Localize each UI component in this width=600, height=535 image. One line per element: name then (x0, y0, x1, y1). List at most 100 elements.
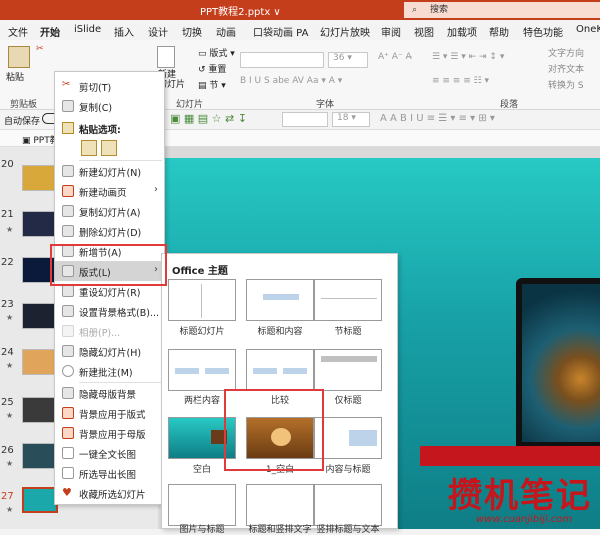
laptop-screen (522, 284, 600, 442)
menu-item-favorite-slides[interactable]: ♥ 收藏所选幻灯片 (55, 483, 164, 503)
ribbon-tabs: 文件 开始 iSlide 插入 设计 切换 动画 口袋动画 PA 幻灯片放映 审… (0, 20, 600, 43)
hide-background-icon (62, 387, 74, 399)
slide-thumbnail[interactable] (22, 303, 58, 329)
scissors-icon[interactable]: ✂ (36, 44, 44, 54)
slide-thumbnail-selected[interactable] (22, 487, 58, 513)
qat-font-box[interactable] (282, 112, 328, 127)
menu-item-hide-slide[interactable]: 隐藏幻灯片(H) (55, 341, 164, 361)
tab-addins[interactable]: 加载项 (447, 24, 477, 39)
hide-slide-icon (62, 345, 74, 357)
menu-item-label: 剪切(T) (79, 83, 112, 94)
menu-item-label: 复制幻灯片(A) (79, 208, 141, 219)
font-size-box[interactable]: 36 ▾ (328, 52, 368, 68)
layout-thumb-content-caption[interactable] (314, 417, 382, 459)
slide-number: 25 (1, 397, 14, 408)
menu-item-delete-slide[interactable]: 删除幻灯片(D) (55, 221, 164, 241)
slide-number: 26 (1, 445, 14, 456)
menu-item-export-long-image[interactable]: 所选导出长图 (55, 463, 164, 483)
toolbar-icons[interactable]: ▣ ▦ ▤ ☆ ⇄ ↧ (170, 112, 247, 125)
tab-featured[interactable]: 特色功能 (523, 24, 563, 39)
menu-item-cut[interactable]: ✂ 剪切(T) (55, 76, 164, 96)
tab-islide[interactable]: iSlide (74, 24, 101, 35)
menu-item-new-animation-page[interactable]: 新建动画页 › (55, 181, 164, 201)
new-slide-icon[interactable] (157, 46, 175, 68)
slide-thumbnail[interactable] (22, 349, 58, 375)
layout-caption: 标题和内容 (257, 327, 303, 337)
tab-file[interactable]: 文件 (8, 24, 28, 39)
paste-button[interactable]: 粘贴 (6, 70, 24, 83)
smartart-button[interactable]: 转换为 S (548, 78, 584, 91)
scissors-icon: ✂ (62, 80, 74, 92)
duplicate-slide-icon (62, 205, 74, 217)
menu-item-new-comment[interactable]: 新建批注(M) (55, 361, 164, 381)
menu-item-format-background[interactable]: 设置背景格式(B)... (55, 301, 164, 321)
tab-transitions[interactable]: 切换 (182, 24, 202, 39)
font-name-box[interactable] (240, 52, 324, 68)
menu-item-duplicate-slide[interactable]: 复制幻灯片(A) (55, 201, 164, 221)
menu-item-copy[interactable]: 复制(C) (55, 96, 164, 116)
menu-item-hide-master-background[interactable]: 隐藏母版背景 (55, 383, 164, 403)
paste-picture-icon[interactable] (101, 140, 117, 156)
layout-thumb-title-only[interactable] (314, 349, 382, 391)
paste-keep-format-icon[interactable] (81, 140, 97, 156)
layout-thumb-picture-caption[interactable] (168, 484, 236, 526)
menu-item-apply-to-master[interactable]: 背景应用于母版 (55, 423, 164, 443)
highlight-selected-layout (224, 389, 324, 471)
paragraph-align-icons[interactable]: ≡ ≡ ≡ ≡ ☷ ▾ (432, 76, 489, 86)
search-box[interactable]: ⌕ 搜索 (404, 2, 600, 18)
paste-options-icon (62, 122, 74, 134)
font-style-icons[interactable]: B I U S abe AV Aa ▾ A ▾ (240, 76, 342, 86)
tab-home[interactable]: 开始 (40, 24, 60, 43)
align-text-button[interactable]: 对齐文本 (548, 62, 584, 75)
slide-thumbnail[interactable] (22, 443, 58, 469)
tab-slideshow[interactable]: 幻灯片放映 (320, 24, 370, 39)
tab-design[interactable]: 设计 (148, 24, 168, 39)
slide-thumbnail[interactable] (22, 165, 58, 191)
layout-divider (201, 284, 202, 318)
window-title[interactable]: PPT教程2.pptx ∨ (200, 3, 281, 18)
layout-thumb-title-slide[interactable] (168, 279, 236, 321)
paste-icon[interactable] (8, 46, 30, 68)
gallery-header: Office 主题 (172, 266, 228, 277)
tab-help[interactable]: 帮助 (489, 24, 509, 39)
tab-pocket-animation[interactable]: 口袋动画 PA (253, 24, 308, 39)
paragraph-list-icons[interactable]: ☰ ▾ ☰ ▾ ⇤ ⇥ ↕ ▾ (432, 52, 504, 62)
group-paragraph: 段落 (500, 100, 519, 110)
delete-slide-icon (62, 225, 74, 237)
tab-review[interactable]: 审阅 (381, 24, 401, 39)
menu-item-full-long-image[interactable]: 一键全文长图 (55, 443, 164, 463)
text-direction-button[interactable]: 文字方向 (548, 46, 584, 59)
tab-insert[interactable]: 插入 (114, 24, 134, 39)
tab-view[interactable]: 视图 (414, 24, 434, 39)
qat-format-icons[interactable]: A A B I U ≡ ☰ ▾ ≡ ▾ ⊞ ▾ (380, 113, 495, 124)
slide-thumbnail[interactable] (22, 211, 58, 237)
menu-item-new-slide[interactable]: 新建幻灯片(N) (55, 161, 164, 181)
layout-thumb-title-content[interactable] (246, 279, 314, 321)
layout-thumb-vertical-title[interactable] (314, 484, 382, 526)
tab-animations[interactable]: 动画 (216, 24, 236, 39)
reset-button[interactable]: ↺ 重置 (198, 62, 226, 75)
menu-item-label: 隐藏幻灯片(H) (79, 348, 142, 359)
font-grow-icon[interactable]: A⁺ A⁻ A̶ (378, 52, 412, 62)
layout-ribbon-button[interactable]: ▭ 版式 ▾ (198, 46, 235, 59)
layout-thumb-section-header[interactable] (314, 279, 382, 321)
menu-item-label: 删除幻灯片(D) (79, 228, 142, 239)
layout-placeholder (263, 294, 299, 300)
layout-thumb-vertical-text[interactable] (246, 484, 314, 526)
photo-album-icon (62, 325, 74, 337)
tab-onekey[interactable]: OneK (576, 24, 600, 35)
menu-item-label: 新建批注(M) (79, 368, 133, 379)
layout-placeholder (349, 430, 377, 446)
apply-layout-icon (62, 407, 74, 419)
slide-thumbnail[interactable] (22, 397, 58, 423)
qat-font-size-box[interactable]: 18 ▾ (332, 112, 370, 127)
menu-item-photo-album: 相册(P)... (55, 321, 164, 341)
menu-item-apply-to-layout[interactable]: 背景应用于版式 (55, 403, 164, 423)
layout-thumb-two-content[interactable] (168, 349, 236, 391)
section-button[interactable]: ▤ 节 ▾ (198, 78, 226, 91)
reset-label: 重置 (208, 65, 227, 75)
paste-options-heading: 粘贴选项: (79, 125, 121, 136)
comment-icon (62, 365, 74, 377)
layout-thumb-comparison[interactable] (246, 349, 314, 391)
laptop-image (516, 278, 600, 448)
